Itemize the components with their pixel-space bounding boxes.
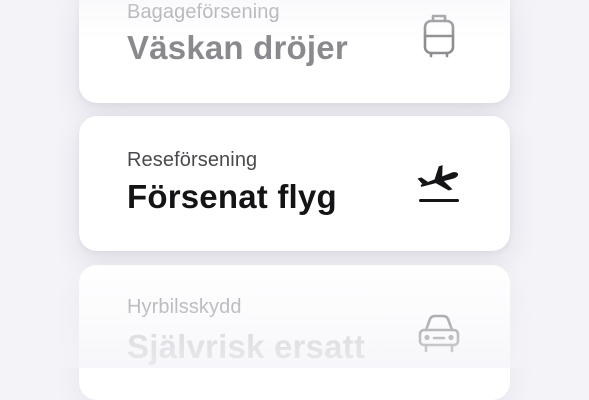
card-title: Försenat flyg bbox=[127, 178, 337, 215]
card-reseforsening[interactable]: Reseförsening Försenat flyg bbox=[79, 116, 510, 251]
card-title: Självrisk ersatt bbox=[127, 328, 366, 365]
car-icon bbox=[414, 308, 464, 358]
card-label: Bagageförsening bbox=[127, 1, 280, 23]
card-bagageforsening[interactable]: Bagageförsening Väskan dröjer bbox=[79, 0, 510, 103]
card-hyrbilsskydd[interactable]: Hyrbilsskydd Självrisk ersatt bbox=[79, 265, 510, 400]
card-title: Väskan dröjer bbox=[127, 29, 348, 66]
card-label: Hyrbilsskydd bbox=[127, 296, 242, 318]
airplane-departure-icon bbox=[414, 159, 464, 209]
card-label: Reseförsening bbox=[127, 149, 258, 171]
suitcase-icon bbox=[414, 10, 464, 60]
